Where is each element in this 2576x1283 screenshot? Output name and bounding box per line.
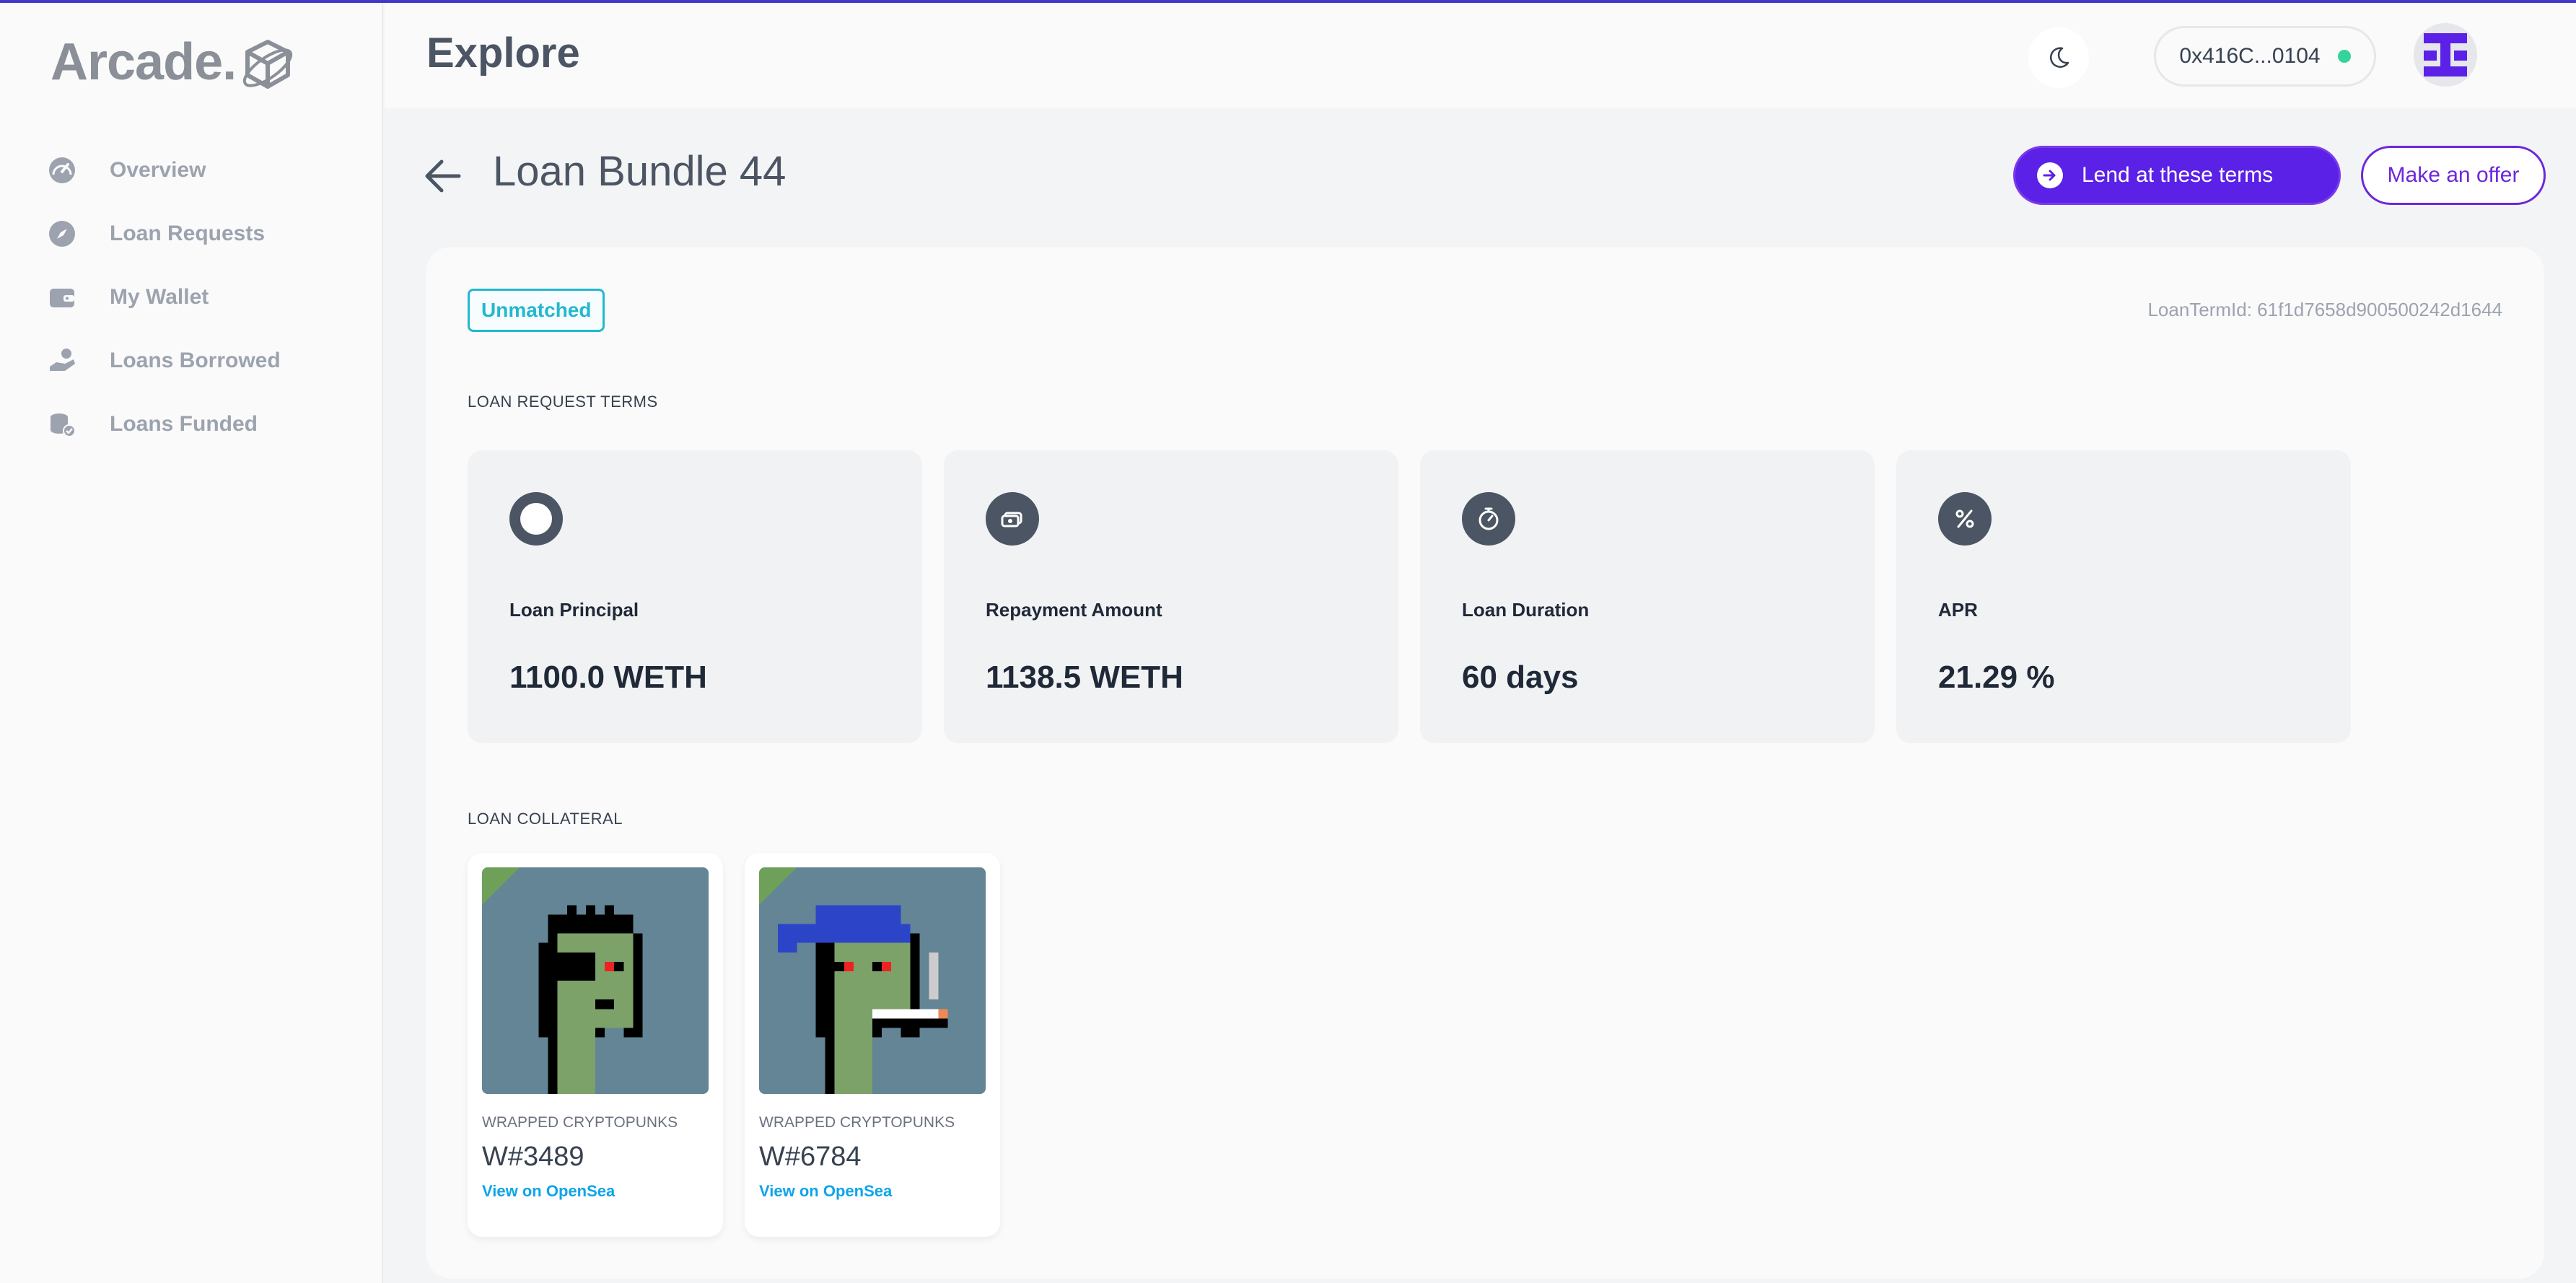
sidebar-item-label: Loans Borrowed	[110, 349, 281, 372]
theme-toggle-button[interactable]	[2028, 27, 2089, 88]
arrow-left-icon	[425, 159, 461, 193]
term-value: 60 days	[1462, 660, 1579, 695]
stopwatch-icon	[1462, 492, 1515, 546]
nft-collection: WRAPPED CRYPTOPUNKS	[759, 1114, 955, 1131]
nft-image[interactable]	[482, 867, 709, 1094]
nft-name: W#6784	[759, 1142, 862, 1172]
sidebar-item-loans-funded[interactable]: Loans Funded	[46, 393, 281, 456]
sidebar: Arcade. Overview Loan Requests My Wallet	[0, 3, 383, 1283]
punk-image-icon	[759, 867, 986, 1094]
back-button[interactable]	[423, 153, 463, 199]
sidebar-item-label: Loans Funded	[110, 412, 258, 436]
lend-button-label: Lend at these terms	[2082, 163, 2274, 187]
view-on-opensea-link[interactable]: View on OpenSea	[482, 1182, 615, 1201]
term-card-repayment: Repayment Amount 1138.5 WETH	[944, 450, 1398, 743]
page-title: Loan Bundle 44	[493, 148, 787, 195]
hand-coin-icon	[46, 345, 78, 377]
wallet-icon	[46, 281, 78, 313]
term-card-duration: Loan Duration 60 days	[1420, 450, 1875, 743]
wallet-status-dot	[2337, 50, 2351, 63]
make-an-offer-button[interactable]: Make an offer	[2361, 146, 2546, 205]
punk-image-icon	[482, 867, 709, 1094]
sidebar-item-label: My Wallet	[110, 285, 209, 309]
nft-image[interactable]	[759, 867, 986, 1094]
coins-check-icon	[46, 408, 78, 440]
nft-card[interactable]: WRAPPED CRYPTOPUNKS W#6784 View on OpenS…	[745, 853, 1000, 1237]
term-value: 1138.5 WETH	[986, 660, 1183, 695]
top-header: Explore 0x416C...0104	[385, 3, 2576, 108]
loan-term-id: LoanTermId: 61f1d7658d900500242d1644	[2147, 299, 2502, 320]
sidebar-item-loan-requests[interactable]: Loan Requests	[46, 202, 281, 266]
arrow-right-circle-icon	[2037, 162, 2063, 188]
cash-icon	[986, 492, 1039, 546]
avatar[interactable]	[2414, 23, 2477, 87]
compass-icon	[46, 218, 78, 250]
collateral-list: WRAPPED CRYPTOPUNKS W#3489 View on OpenS…	[468, 853, 1022, 1237]
loan-terms-list: Loan Principal 1100.0 WETH Repayment Amo…	[468, 450, 2373, 743]
lend-at-these-terms-button[interactable]: Lend at these terms	[2013, 146, 2341, 205]
logo[interactable]: Arcade.	[51, 30, 297, 94]
term-label: Repayment Amount	[986, 599, 1162, 621]
wallet-address: 0x416C...0104	[2179, 44, 2321, 68]
sidebar-item-my-wallet[interactable]: My Wallet	[46, 266, 281, 329]
term-value: 21.29 %	[1938, 660, 2055, 695]
term-label: Loan Principal	[509, 599, 639, 621]
percent-icon	[1938, 492, 1992, 546]
term-card-apr: APR 21.29 %	[1896, 450, 2351, 743]
nft-name: W#3489	[482, 1142, 584, 1172]
view-on-opensea-link[interactable]: View on OpenSea	[759, 1182, 892, 1201]
term-card-principal: Loan Principal 1100.0 WETH	[468, 450, 922, 743]
speedometer-icon	[46, 154, 78, 186]
nft-collection: WRAPPED CRYPTOPUNKS	[482, 1114, 678, 1131]
logo-text: Arcade.	[51, 33, 237, 91]
circle-icon	[509, 492, 563, 546]
status-badge: Unmatched	[468, 289, 605, 332]
nft-card[interactable]: WRAPPED CRYPTOPUNKS W#3489 View on OpenS…	[468, 853, 723, 1237]
moon-icon	[2050, 47, 2069, 68]
sidebar-item-overview[interactable]: Overview	[46, 139, 281, 202]
term-value: 1100.0 WETH	[509, 660, 707, 695]
term-label: APR	[1938, 599, 1978, 621]
term-label: Loan Duration	[1462, 599, 1590, 621]
terms-section-label: LOAN REQUEST TERMS	[468, 393, 658, 411]
sidebar-item-loans-borrowed[interactable]: Loans Borrowed	[46, 329, 281, 393]
sidebar-item-label: Loan Requests	[110, 222, 266, 245]
sidebar-nav: Overview Loan Requests My Wallet Loans B…	[46, 139, 281, 456]
collateral-section-label: LOAN COLLATERAL	[468, 810, 623, 828]
identicon-icon	[2414, 23, 2477, 87]
loan-details-card: Unmatched LoanTermId: 61f1d7658d90050024…	[426, 247, 2544, 1279]
cube-logo-icon	[242, 40, 293, 89]
wallet-address-button[interactable]: 0x416C...0104	[2154, 26, 2376, 87]
sidebar-item-label: Overview	[110, 158, 206, 182]
header-title: Explore	[426, 30, 580, 76]
offer-button-label: Make an offer	[2387, 163, 2520, 187]
